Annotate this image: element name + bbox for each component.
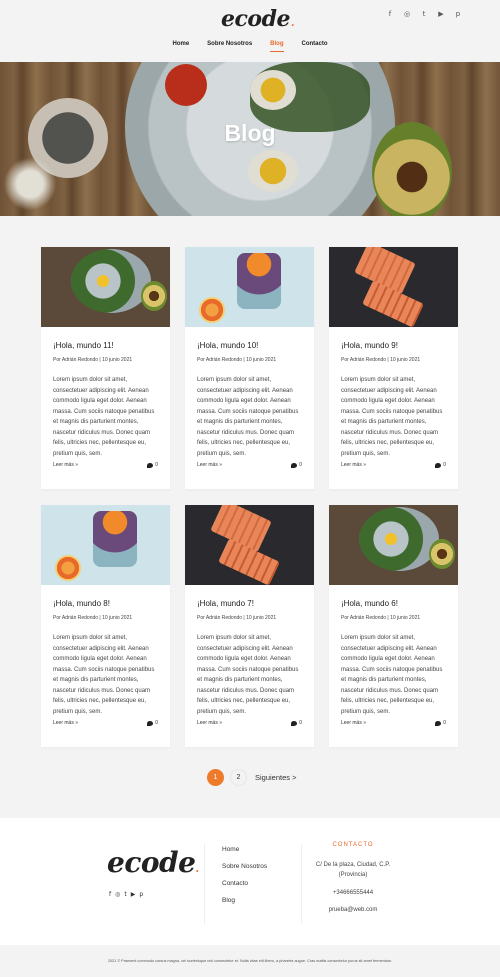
comment-count[interactable]: 0	[291, 462, 302, 468]
post-meta: Por Adrián Redondo | 10 junio 2021	[53, 615, 133, 621]
youtube-icon[interactable]: ▶	[131, 891, 136, 898]
comment-count[interactable]: 0	[435, 720, 446, 726]
comment-icon	[291, 462, 298, 468]
post-meta: Por Adrián Redondo | 10 junio 2021	[197, 615, 277, 621]
footer-link-blog[interactable]: Blog	[222, 897, 267, 904]
post-thumbnail[interactable]	[185, 247, 314, 327]
footer-contact: CONTACTO C/ De la plaza, Ciudad, C.P. (P…	[308, 842, 398, 924]
post-thumbnail[interactable]	[329, 247, 458, 327]
post-excerpt: Lorem ipsum dolor sit amet, consectetuer…	[53, 635, 155, 715]
post-meta: Por Adrián Redondo | 10 junio 2021	[53, 357, 133, 363]
header-social-links: f ◎ t ▶ p	[386, 10, 462, 18]
nav-contacto[interactable]: Contacto	[302, 41, 328, 52]
read-more-link[interactable]: Leer más »	[53, 462, 78, 468]
post-thumbnail[interactable]	[41, 247, 170, 327]
post-thumbnail[interactable]	[329, 505, 458, 585]
contact-heading: CONTACTO	[332, 842, 374, 848]
post-card: ¡Hola, mundo 11! Por Adrián Redondo | 10…	[41, 247, 170, 489]
facebook-icon[interactable]: f	[109, 891, 111, 898]
twitter-icon[interactable]: t	[124, 891, 126, 898]
instagram-icon[interactable]: ◎	[115, 891, 120, 898]
read-more-link[interactable]: Leer más »	[341, 720, 366, 726]
post-excerpt: Lorem ipsum dolor sit amet, consectetuer…	[197, 635, 299, 715]
post-excerpt: Lorem ipsum dolor sit amet, consectetuer…	[341, 377, 443, 457]
post-title[interactable]: ¡Hola, mundo 8!	[53, 599, 158, 608]
contact-phone[interactable]: +34666555444	[308, 890, 398, 896]
footer-divider	[204, 844, 205, 924]
comment-count[interactable]: 0	[147, 720, 158, 726]
post-title[interactable]: ¡Hola, mundo 7!	[197, 599, 302, 608]
main-nav: Home Sobre Nosotros Blog Contacto	[0, 41, 500, 52]
pinterest-icon[interactable]: p	[454, 10, 462, 18]
comment-count[interactable]: 0	[435, 462, 446, 468]
post-title[interactable]: ¡Hola, mundo 10!	[197, 341, 302, 350]
page-2-button[interactable]: 2	[230, 769, 247, 786]
post-meta: Por Adrián Redondo | 10 junio 2021	[197, 357, 277, 363]
post-card: ¡Hola, mundo 10! Por Adrián Redondo | 10…	[185, 247, 314, 489]
comment-icon	[147, 720, 154, 726]
post-thumbnail[interactable]	[41, 505, 170, 585]
comment-icon	[435, 462, 442, 468]
contact-email[interactable]: prueba@web.com	[308, 907, 398, 913]
nav-home[interactable]: Home	[172, 41, 189, 52]
footer-social-links: f ◎ t ▶ p	[109, 891, 143, 898]
contact-address: C/ De la plaza, Ciudad, C.P. (Provincia)	[315, 862, 391, 878]
post-card: ¡Hola, mundo 9! Por Adrián Redondo | 10 …	[329, 247, 458, 489]
copyright-text: 2021 © Praesent commodo cursus magna, ve…	[0, 946, 500, 977]
comment-count[interactable]: 0	[147, 462, 158, 468]
read-more-link[interactable]: Leer más »	[197, 720, 222, 726]
footer-link-contacto[interactable]: Contacto	[222, 880, 267, 887]
post-excerpt: Lorem ipsum dolor sit amet, consectetuer…	[197, 377, 299, 457]
twitter-icon[interactable]: t	[420, 10, 428, 18]
nav-blog[interactable]: Blog	[270, 41, 284, 52]
pinterest-icon[interactable]: p	[139, 891, 143, 898]
read-more-link[interactable]: Leer más »	[53, 720, 78, 726]
post-title[interactable]: ¡Hola, mundo 9!	[341, 341, 446, 350]
post-card: ¡Hola, mundo 6! Por Adrián Redondo | 10 …	[329, 505, 458, 747]
post-thumbnail[interactable]	[185, 505, 314, 585]
nav-sobre-nosotros[interactable]: Sobre Nosotros	[207, 41, 252, 52]
footer-divider	[301, 844, 302, 924]
post-meta: Por Adrián Redondo | 10 junio 2021	[341, 615, 421, 621]
site-logo[interactable]: ecode.	[221, 6, 294, 32]
footer-links: Home Sobre Nosotros Contacto Blog	[222, 846, 267, 904]
footer-link-sobre-nosotros[interactable]: Sobre Nosotros	[222, 863, 267, 870]
hero-banner: Blog	[0, 62, 500, 216]
pagination: 1 2 Siguientes >	[207, 769, 297, 786]
post-title[interactable]: ¡Hola, mundo 11!	[53, 341, 158, 350]
post-excerpt: Lorem ipsum dolor sit amet, consectetuer…	[53, 377, 155, 457]
post-title[interactable]: ¡Hola, mundo 6!	[341, 599, 446, 608]
footer-link-home[interactable]: Home	[222, 846, 267, 853]
youtube-icon[interactable]: ▶	[437, 10, 445, 18]
comment-count[interactable]: 0	[291, 720, 302, 726]
comment-icon	[147, 462, 154, 468]
page-title: Blog	[224, 120, 276, 146]
site-footer: ecode. f ◎ t ▶ p Home Sobre Nosotros Con…	[0, 818, 500, 945]
instagram-icon[interactable]: ◎	[403, 10, 411, 18]
post-card: ¡Hola, mundo 8! Por Adrián Redondo | 10 …	[41, 505, 170, 747]
footer-logo[interactable]: ecode.	[107, 846, 199, 879]
facebook-icon[interactable]: f	[386, 10, 394, 18]
comment-icon	[435, 720, 442, 726]
next-page-link[interactable]: Siguientes >	[255, 773, 297, 782]
post-meta: Por Adrián Redondo | 10 junio 2021	[341, 357, 421, 363]
page-1-button[interactable]: 1	[207, 769, 224, 786]
post-excerpt: Lorem ipsum dolor sit amet, consectetuer…	[341, 635, 443, 715]
site-header: ecode. f ◎ t ▶ p Home Sobre Nosotros Blo…	[0, 0, 500, 62]
read-more-link[interactable]: Leer más »	[341, 462, 366, 468]
read-more-link[interactable]: Leer más »	[197, 462, 222, 468]
comment-icon	[291, 720, 298, 726]
post-card: ¡Hola, mundo 7! Por Adrián Redondo | 10 …	[185, 505, 314, 747]
